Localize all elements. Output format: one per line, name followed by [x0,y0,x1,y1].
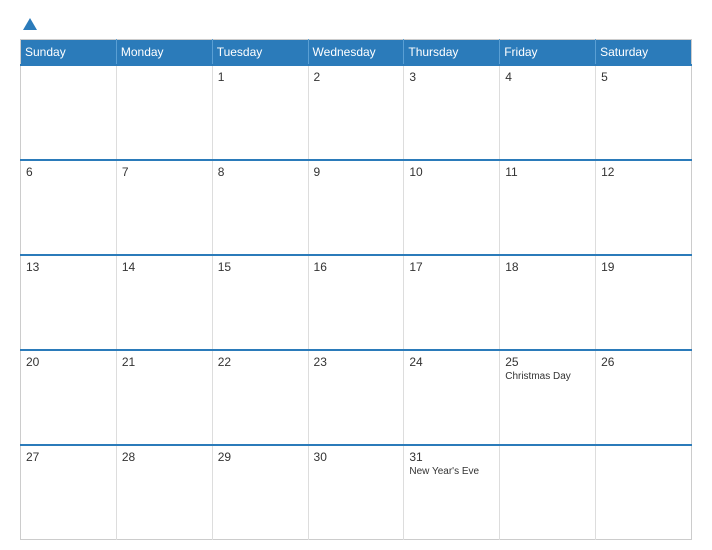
weekday-header-friday: Friday [500,40,596,66]
calendar-cell: 26 [596,350,692,445]
calendar-cell: 20 [21,350,117,445]
calendar-cell: 12 [596,160,692,255]
day-number: 7 [122,165,207,179]
week-row-4: 27 28 29 30 31 New Year's Eve [21,445,692,540]
calendar-cell [21,65,117,160]
day-number: 12 [601,165,686,179]
day-number: 21 [122,355,207,369]
week-row-0: 12345 [21,65,692,160]
day-number: 29 [218,450,303,464]
day-number: 10 [409,165,494,179]
day-number: 1 [218,70,303,84]
day-number: 24 [409,355,494,369]
calendar-cell: 18 [500,255,596,350]
weekday-header-wednesday: Wednesday [308,40,404,66]
calendar-cell: 22 [212,350,308,445]
calendar-cell: 3 [404,65,500,160]
week-row-3: 20 21 22 23 24 25 Christmas Day 26 [21,350,692,445]
day-number: 26 [601,355,686,369]
day-number: 19 [601,260,686,274]
calendar-cell: 28 [116,445,212,540]
weekday-header-saturday: Saturday [596,40,692,66]
day-number: 2 [314,70,399,84]
calendar-cell: 5 [596,65,692,160]
calendar-cell: 16 [308,255,404,350]
day-number: 25 [505,355,590,369]
logo-triangle-icon [23,18,37,30]
week-row-1: 6789 10 11 12 [21,160,692,255]
calendar-cell: 7 [116,160,212,255]
logo [20,18,37,31]
calendar-cell: 30 [308,445,404,540]
day-number: 9 [314,165,399,179]
calendar-cell: 25 Christmas Day [500,350,596,445]
day-number: 13 [26,260,111,274]
day-number: 30 [314,450,399,464]
calendar-cell: 31 New Year's Eve [404,445,500,540]
day-number: 14 [122,260,207,274]
calendar-cell [500,445,596,540]
day-number: 16 [314,260,399,274]
calendar-cell: 6 [21,160,117,255]
calendar-cell: 29 [212,445,308,540]
day-number: 18 [505,260,590,274]
weekday-header-row: SundayMondayTuesdayWednesdayThursdayFrid… [21,40,692,66]
calendar-cell: 14 [116,255,212,350]
day-number: 3 [409,70,494,84]
weekday-header-monday: Monday [116,40,212,66]
day-number: 11 [505,165,590,179]
calendar-cell: 23 [308,350,404,445]
week-row-2: 13 14 15 16 17 18 19 [21,255,692,350]
day-number: 27 [26,450,111,464]
calendar-cell: 21 [116,350,212,445]
calendar-header: SundayMondayTuesdayWednesdayThursdayFrid… [21,40,692,66]
calendar-cell: 27 [21,445,117,540]
day-number: 17 [409,260,494,274]
calendar-table: SundayMondayTuesdayWednesdayThursdayFrid… [20,39,692,540]
holiday-label: Christmas Day [505,371,590,382]
weekday-header-sunday: Sunday [21,40,117,66]
calendar-cell: 10 [404,160,500,255]
calendar-cell: 2 [308,65,404,160]
day-number: 5 [601,70,686,84]
calendar-cell: 19 [596,255,692,350]
day-number: 23 [314,355,399,369]
calendar-cell: 8 [212,160,308,255]
calendar-cell: 11 [500,160,596,255]
day-number: 15 [218,260,303,274]
weekday-header-tuesday: Tuesday [212,40,308,66]
weekday-header-thursday: Thursday [404,40,500,66]
holiday-label: New Year's Eve [409,466,494,477]
day-number: 22 [218,355,303,369]
calendar-cell: 13 [21,255,117,350]
calendar-cell: 9 [308,160,404,255]
header [20,18,692,31]
calendar-body: 1234567891011121314151617181920212223242… [21,65,692,540]
calendar-cell: 15 [212,255,308,350]
calendar-cell [116,65,212,160]
day-number: 6 [26,165,111,179]
day-number: 8 [218,165,303,179]
calendar-cell: 1 [212,65,308,160]
calendar-cell [596,445,692,540]
day-number: 20 [26,355,111,369]
calendar-page: SundayMondayTuesdayWednesdayThursdayFrid… [0,0,712,550]
day-number: 28 [122,450,207,464]
day-number: 4 [505,70,590,84]
calendar-cell: 24 [404,350,500,445]
day-number: 31 [409,450,494,464]
calendar-cell: 17 [404,255,500,350]
calendar-cell: 4 [500,65,596,160]
